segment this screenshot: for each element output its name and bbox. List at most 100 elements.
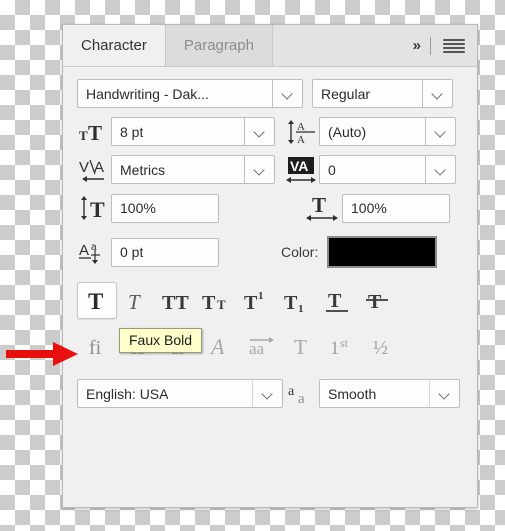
svg-text:A: A [94, 159, 104, 176]
svg-text:T: T [284, 292, 298, 314]
kerning-combo[interactable]: Metrics [111, 155, 275, 184]
chevron-down-icon [255, 165, 264, 174]
font-style-dropdown-arrow[interactable] [422, 79, 453, 108]
horizontal-scale-field[interactable]: 100% [342, 193, 450, 223]
screenshot-canvas: Character Paragraph » Handwriting - Dak.… [0, 0, 505, 531]
antialias-combo[interactable]: Smooth [319, 379, 460, 408]
chevron-down-icon [283, 89, 292, 98]
font-family-combo[interactable]: Handwriting - Dak... [77, 79, 303, 108]
tooltip-text: Faux Bold [129, 332, 193, 348]
panel-tabstrip: Character Paragraph » [63, 25, 477, 67]
subscript-button[interactable]: T 1 [277, 282, 317, 319]
superscript-button[interactable]: T 1 [237, 282, 277, 319]
text-color-swatch[interactable] [327, 236, 438, 268]
kerning-dropdown-arrow[interactable] [244, 155, 275, 184]
svg-text:T: T [128, 290, 141, 314]
font-family-dropdown-arrow[interactable] [272, 79, 303, 108]
font-style-combo[interactable]: Regular [312, 79, 453, 108]
font-size-combo[interactable]: 8 pt [111, 117, 275, 146]
svg-text:T: T [217, 297, 226, 312]
header-divider [430, 36, 431, 55]
svg-text:fi: fi [89, 337, 102, 359]
panel-menu-icon[interactable] [443, 38, 465, 53]
vertical-scale-field[interactable]: 100% [111, 193, 219, 223]
antialias-value: Smooth [328, 385, 377, 402]
vertical-scale-value: 100% [120, 200, 156, 216]
svg-text:A: A [79, 242, 89, 259]
svg-text:T: T [88, 121, 102, 144]
standard-ligatures-button[interactable]: fi [77, 327, 118, 365]
kerning-icon: V A [77, 157, 111, 183]
svg-text:A: A [297, 121, 305, 133]
color-label: Color: [281, 244, 319, 260]
tracking-dropdown-arrow[interactable] [425, 155, 456, 184]
font-size-dropdown-arrow[interactable] [244, 117, 275, 146]
svg-text:TT: TT [162, 292, 189, 314]
kerning-tracking-row: V A Metrics VA 0 [77, 155, 463, 184]
svg-text:VA: VA [290, 158, 308, 174]
leading-dropdown-arrow[interactable] [425, 117, 456, 146]
font-family-value: Handwriting - Dak... [86, 85, 209, 102]
tab-character-label: Character [81, 37, 147, 54]
leading-combo[interactable]: (Auto) [319, 117, 456, 146]
tracking-combo[interactable]: 0 [319, 155, 456, 184]
double-chevron-right-icon[interactable]: » [413, 37, 421, 54]
horizontal-scale-icon: T [302, 193, 342, 223]
panel-header-controls: » [272, 25, 477, 66]
baseline-shift-value: 0 pt [120, 244, 144, 260]
titling-alternates-button[interactable]: T [282, 327, 323, 365]
small-caps-button[interactable]: T T [197, 282, 237, 319]
svg-text:aa: aa [249, 339, 265, 358]
chevron-down-icon [436, 165, 445, 174]
tab-character[interactable]: Character [63, 25, 166, 66]
panel-body: Handwriting - Dak... Regular T T 8 pt A … [63, 67, 477, 408]
faux-bold-button[interactable]: T [77, 282, 117, 319]
antialias-dropdown-arrow[interactable] [429, 379, 460, 408]
swash-button[interactable]: A [200, 327, 241, 365]
kerning-value: Metrics [120, 161, 166, 178]
svg-text:T: T [244, 292, 258, 314]
chevron-down-icon [436, 127, 445, 136]
language-combo[interactable]: English: USA [77, 379, 283, 408]
vertical-scale-icon: T [77, 195, 111, 221]
chevron-down-icon [263, 389, 272, 398]
svg-text:T: T [294, 335, 307, 359]
svg-text:A: A [209, 334, 225, 359]
svg-text:1: 1 [298, 303, 304, 314]
ordinals-button[interactable]: 1 st [323, 327, 364, 365]
tab-paragraph[interactable]: Paragraph [165, 25, 273, 66]
strikethrough-button[interactable]: T [357, 282, 397, 319]
all-caps-button[interactable]: TT [157, 282, 197, 319]
baseline-shift-field[interactable]: 0 pt [111, 237, 219, 267]
svg-text:a: a [298, 391, 305, 407]
svg-text:T: T [90, 197, 105, 221]
font-size-value: 8 pt [120, 123, 144, 140]
language-dropdown-arrow[interactable] [252, 379, 283, 408]
language-value: English: USA [86, 385, 169, 402]
horizontal-scale-value: 100% [351, 200, 387, 216]
leading-value: (Auto) [328, 123, 367, 140]
chevron-down-icon [255, 127, 264, 136]
svg-text:A: A [297, 134, 305, 145]
tracking-value: 0 [328, 161, 336, 178]
svg-text:T: T [368, 291, 382, 313]
size-leading-row: T T 8 pt A A (Auto) [77, 117, 463, 146]
underline-button[interactable]: T [317, 282, 357, 319]
baseline-color-row: A a 0 pt Color: [77, 236, 463, 268]
font-style-value: Regular [321, 85, 371, 102]
svg-text:½: ½ [373, 337, 388, 359]
svg-text:a: a [91, 242, 97, 253]
faux-italic-button[interactable]: T [117, 282, 157, 319]
anti-alias-icon: a a [283, 381, 319, 407]
svg-text:a: a [288, 384, 295, 399]
fractions-button[interactable]: ½ [364, 327, 405, 365]
type-style-buttons: T T TT T T T 1 T 1 T T [77, 282, 463, 319]
oldstyle-button[interactable]: aa [241, 327, 282, 365]
svg-text:T: T [88, 289, 103, 314]
character-panel: Character Paragraph » Handwriting - Dak.… [62, 24, 478, 508]
svg-text:st: st [340, 336, 349, 350]
tracking-icon: VA [283, 156, 319, 184]
scale-row: T 100% T 100% [77, 193, 463, 223]
leading-icon: A A [283, 119, 319, 145]
svg-text:V: V [79, 159, 89, 176]
